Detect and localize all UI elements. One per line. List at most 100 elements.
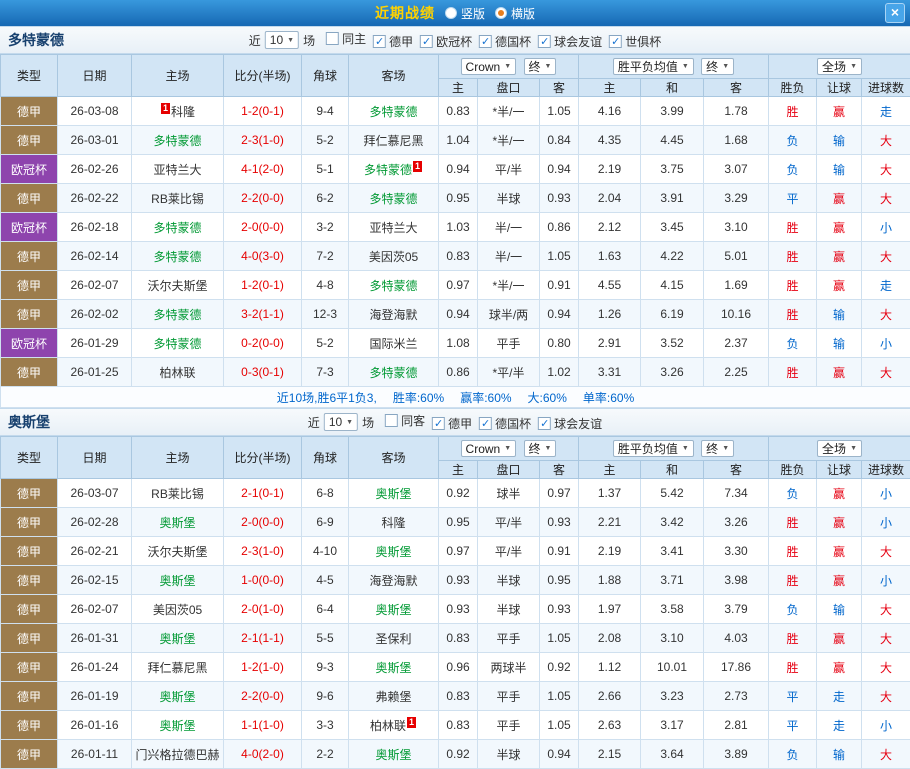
avg-type-select[interactable]: 胜平负均值▼ xyxy=(613,58,694,75)
result-outcome: 平 xyxy=(769,711,817,740)
avg-away: 1.68 xyxy=(704,126,769,155)
handicap: 球半 xyxy=(478,479,540,508)
avg-away: 1.69 xyxy=(704,271,769,300)
checkbox-icon[interactable] xyxy=(326,32,339,45)
filter-check-德国杯[interactable]: ✓德国杯 xyxy=(479,415,531,432)
chevron-down-icon: ▼ xyxy=(287,37,294,44)
team-name: 科隆 xyxy=(381,516,405,530)
avg-home: 2.08 xyxy=(579,624,641,653)
radio-icon[interactable] xyxy=(445,7,457,19)
match-date: 26-03-08 xyxy=(58,97,132,126)
odds-stage-select[interactable]: 终▼ xyxy=(524,58,557,75)
recent-count-select[interactable]: 10▼ xyxy=(324,413,358,431)
odds-away: 0.94 xyxy=(540,300,579,329)
odds-away: 0.95 xyxy=(540,566,579,595)
team-name: 科隆 xyxy=(171,105,195,119)
checkbox-icon[interactable]: ✓ xyxy=(538,35,551,48)
column-header-type: 类型 xyxy=(1,437,58,479)
column-header-score: 比分(半场) xyxy=(224,55,302,97)
avg-type-select[interactable]: 胜平负均值▼ xyxy=(613,440,694,457)
score-cell: 1-1(1-0) xyxy=(224,711,302,740)
match-row: 德甲26-02-07沃尔夫斯堡1-2(0-1)4-8多特蒙德0.97*半/一0.… xyxy=(1,271,910,300)
company-select-value: Crown xyxy=(466,60,501,74)
checkbox-label: 德国杯 xyxy=(495,33,531,50)
chevron-down-icon: ▼ xyxy=(504,445,511,452)
score-cell: 2-3(1-0) xyxy=(224,126,302,155)
match-date: 26-02-26 xyxy=(58,155,132,184)
scope-select[interactable]: 全场▼ xyxy=(817,58,862,75)
team-name: RB莱比锡 xyxy=(151,487,204,501)
avg-draw: 3.26 xyxy=(641,358,704,387)
checkbox-icon[interactable]: ✓ xyxy=(609,35,622,48)
away-team-cell: 奥斯堡 xyxy=(349,740,439,769)
home-team-cell: 拜仁慕尼黑 xyxy=(132,653,224,682)
handicap: 半球 xyxy=(478,595,540,624)
result-goals: 大 xyxy=(862,682,910,711)
scope-select[interactable]: 全场▼ xyxy=(817,440,862,457)
handicap: 半球 xyxy=(478,740,540,769)
filter-check-世俱杯[interactable]: ✓世俱杯 xyxy=(609,33,661,50)
league-cell: 德甲 xyxy=(1,242,58,271)
sub-header-result: 胜负 xyxy=(769,79,817,97)
layout-option-horizontal[interactable]: 横版 xyxy=(495,5,535,22)
avg-draw: 3.23 xyxy=(641,682,704,711)
odds-stage-select[interactable]: 终▼ xyxy=(524,440,557,457)
avg-draw: 3.42 xyxy=(641,508,704,537)
team-name: 柏林联 xyxy=(159,366,195,380)
filter-check-球会友谊[interactable]: ✓球会友谊 xyxy=(538,415,602,432)
team-name: 美因茨05 xyxy=(369,250,418,264)
team-name: 奥斯堡 xyxy=(375,661,411,675)
team-name: 多特蒙德 xyxy=(153,308,201,322)
checkbox-icon[interactable] xyxy=(385,414,398,427)
filter-check-欧冠杯[interactable]: ✓欧冠杯 xyxy=(420,33,472,50)
checkbox-label: 德国杯 xyxy=(495,415,531,432)
team-name: 柏林联 xyxy=(370,719,406,733)
match-date: 26-01-25 xyxy=(58,358,132,387)
avg-away: 3.26 xyxy=(704,508,769,537)
avg-stage-select[interactable]: 终▼ xyxy=(701,58,734,75)
odds-away: 1.05 xyxy=(540,711,579,740)
team-name: 奥斯堡 xyxy=(375,487,411,501)
away-team-cell: 多特蒙德1 xyxy=(349,155,439,184)
filter-check-德甲[interactable]: ✓德甲 xyxy=(373,33,413,50)
match-date: 26-01-11 xyxy=(58,740,132,769)
avg-draw: 3.71 xyxy=(641,566,704,595)
checkbox-icon[interactable]: ✓ xyxy=(373,35,386,48)
company-select[interactable]: Crown▼ xyxy=(461,58,517,75)
sub-header-odds-home: 主 xyxy=(439,79,478,97)
filter-check-同主[interactable]: 同主 xyxy=(326,30,366,47)
avg-home: 1.12 xyxy=(579,653,641,682)
matches-table: 类型 日期 主场 比分(半场) 角球 客场 Crown▼ 终▼ 胜平负均值▼ 终… xyxy=(0,436,910,769)
checkbox-icon[interactable]: ✓ xyxy=(538,417,551,430)
checkbox-icon[interactable]: ✓ xyxy=(479,35,492,48)
avg-stage-select[interactable]: 终▼ xyxy=(701,440,734,457)
home-team-cell: 奥斯堡 xyxy=(132,624,224,653)
close-button[interactable]: × xyxy=(885,3,905,23)
result-goals: 小 xyxy=(862,479,910,508)
filter-check-德甲[interactable]: ✓德甲 xyxy=(432,415,472,432)
checkbox-icon[interactable]: ✓ xyxy=(479,417,492,430)
match-date: 26-02-02 xyxy=(58,300,132,329)
home-team-cell: 门兴格拉德巴赫 xyxy=(132,740,224,769)
checkbox-icon[interactable]: ✓ xyxy=(420,35,433,48)
recent-count-select[interactable]: 10▼ xyxy=(265,31,299,49)
away-team-cell: 奥斯堡 xyxy=(349,653,439,682)
result-outcome: 胜 xyxy=(769,213,817,242)
odds-home: 0.97 xyxy=(439,271,478,300)
team-name: 拜仁慕尼黑 xyxy=(363,134,423,148)
checkbox-icon[interactable]: ✓ xyxy=(432,417,445,430)
filter-check-德国杯[interactable]: ✓德国杯 xyxy=(479,33,531,50)
filter-check-球会友谊[interactable]: ✓球会友谊 xyxy=(538,33,602,50)
avg-away: 4.03 xyxy=(704,624,769,653)
avg-home: 2.66 xyxy=(579,682,641,711)
filter-check-同客[interactable]: 同客 xyxy=(385,412,425,429)
result-handicap: 输 xyxy=(817,329,862,358)
company-select[interactable]: Crown▼ xyxy=(461,440,517,457)
layout-option-vertical[interactable]: 竖版 xyxy=(445,5,485,22)
radio-icon[interactable] xyxy=(495,7,507,19)
odds-home: 0.97 xyxy=(439,537,478,566)
away-team-cell: 圣保利 xyxy=(349,624,439,653)
result-handicap: 输 xyxy=(817,300,862,329)
avg-home: 1.63 xyxy=(579,242,641,271)
league-cell: 德甲 xyxy=(1,271,58,300)
